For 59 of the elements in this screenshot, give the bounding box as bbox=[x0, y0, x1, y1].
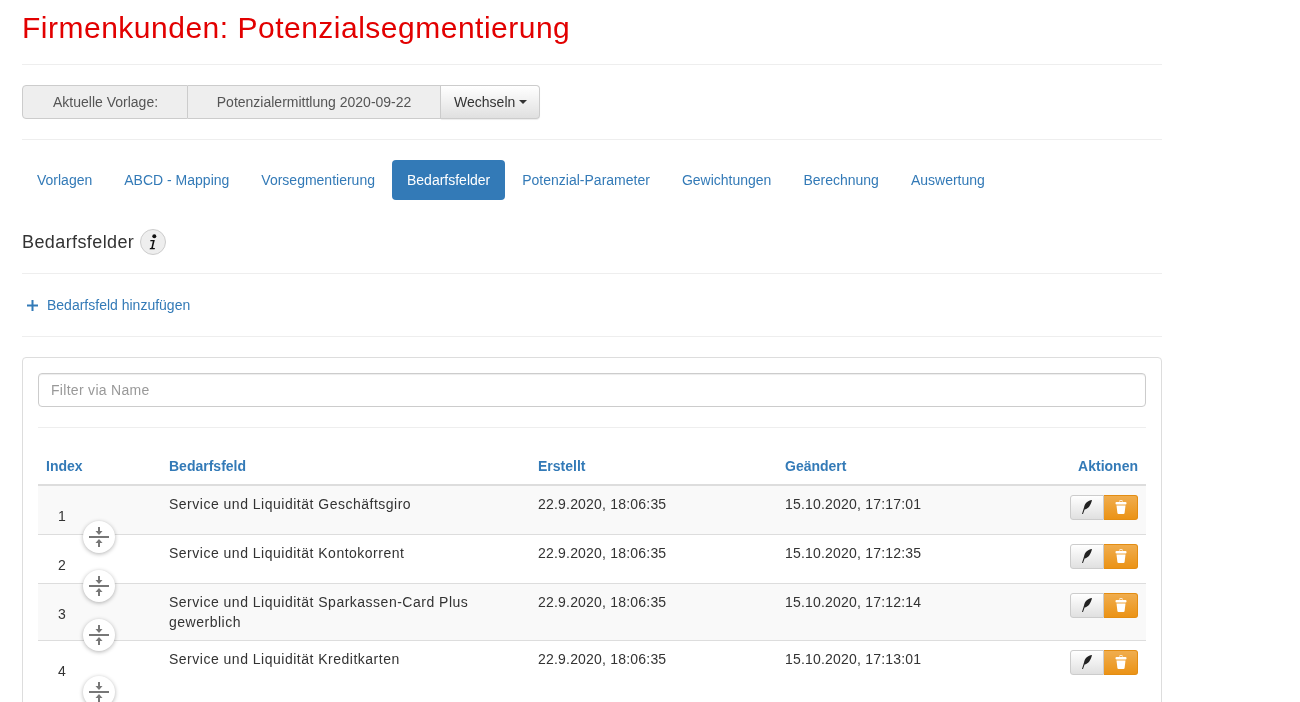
arrows-to-line-icon bbox=[89, 575, 109, 596]
plus-icon bbox=[27, 299, 38, 311]
trash-icon bbox=[1114, 655, 1127, 669]
table-cell: Service und Liquidität Sparkassen-Card Plus gewerblich bbox=[161, 583, 530, 640]
index-number: 4 bbox=[57, 661, 67, 681]
nav-tab[interactable]: ABCD - Mapping bbox=[109, 160, 245, 200]
caret-icon bbox=[519, 100, 528, 104]
arrows-to-line-icon bbox=[89, 624, 109, 645]
column-header[interactable]: Index bbox=[38, 447, 161, 485]
template-field[interactable]: Potenzialermittlung 2020-09-22 bbox=[188, 85, 442, 119]
column-header[interactable]: Erstellt bbox=[530, 447, 777, 485]
table-cell: 22.9.2020, 18:06:35 bbox=[530, 583, 777, 640]
column-header[interactable]: Aktionen bbox=[1024, 447, 1146, 485]
arrows-to-line-icon bbox=[89, 526, 109, 547]
feather-icon bbox=[1082, 598, 1092, 612]
nav-tab[interactable]: Vorlagen bbox=[22, 160, 108, 200]
edit-button[interactable] bbox=[1070, 592, 1104, 618]
filter-field[interactable]: Filter via Name bbox=[38, 372, 1146, 407]
template-label: Aktuelle Vorlage: bbox=[22, 85, 189, 119]
table-cell: 22.9.2020, 18:06:35 bbox=[530, 484, 777, 534]
collapse-button[interactable] bbox=[83, 569, 115, 602]
index-number: 1 bbox=[57, 506, 67, 526]
collapse-button[interactable] bbox=[83, 520, 115, 553]
table-cell: 15.10.2020, 17:12:35 bbox=[777, 534, 1024, 583]
trash-icon bbox=[1114, 500, 1127, 514]
feather-icon bbox=[1082, 549, 1092, 563]
table-cell: 15.10.2020, 17:17:01 bbox=[777, 484, 1024, 534]
nav-tab[interactable]: Berechnung bbox=[788, 160, 894, 200]
table-cell: 22.9.2020, 18:06:35 bbox=[530, 640, 777, 689]
edit-button[interactable] bbox=[1070, 543, 1104, 569]
nav-tab[interactable]: Bedarfsfelder bbox=[391, 160, 506, 200]
nav-tab[interactable]: Vorsegmentierung bbox=[246, 160, 390, 200]
table-cell: Service und Liquidität Geschäftsgiro bbox=[161, 484, 530, 534]
info-icon[interactable] bbox=[140, 229, 167, 255]
table-cell: Service und Liquidität Kreditkarten bbox=[161, 640, 530, 689]
table-cell: 15.10.2020, 17:12:14 bbox=[777, 583, 1024, 640]
nav-tab[interactable]: Potenzial-Parameter bbox=[507, 160, 665, 200]
column-header[interactable]: Geändert bbox=[777, 447, 1024, 485]
trash-icon bbox=[1114, 598, 1127, 612]
nav-tab[interactable]: Auswertung bbox=[895, 160, 1000, 200]
feather-icon bbox=[1082, 655, 1092, 669]
trash-icon bbox=[1114, 549, 1127, 563]
index-number: 2 bbox=[57, 555, 67, 575]
add-link[interactable]: Bedarfsfeld hinzufügen bbox=[22, 295, 191, 315]
collapse-button[interactable] bbox=[83, 618, 115, 651]
table-cell: 15.10.2020, 17:13:01 bbox=[777, 640, 1024, 689]
edit-button[interactable] bbox=[1070, 649, 1104, 675]
table-cell: Service und Liquidität Kontokorrent bbox=[161, 534, 530, 583]
index-number: 3 bbox=[57, 604, 67, 624]
arrows-to-line-icon bbox=[89, 681, 109, 702]
nav-tab[interactable]: Gewichtungen bbox=[666, 160, 787, 200]
switch-button[interactable]: Wechseln bbox=[441, 85, 541, 119]
feather-icon bbox=[1082, 500, 1092, 514]
column-header[interactable]: Bedarfsfeld bbox=[161, 447, 530, 485]
collapse-button[interactable] bbox=[83, 675, 115, 702]
page-title: Firmenkunden: Potenzialsegmentierung bbox=[22, 10, 571, 46]
table-cell: 22.9.2020, 18:06:35 bbox=[530, 534, 777, 583]
edit-button[interactable] bbox=[1070, 494, 1104, 520]
section-title: Bedarfsfelder bbox=[22, 231, 135, 254]
